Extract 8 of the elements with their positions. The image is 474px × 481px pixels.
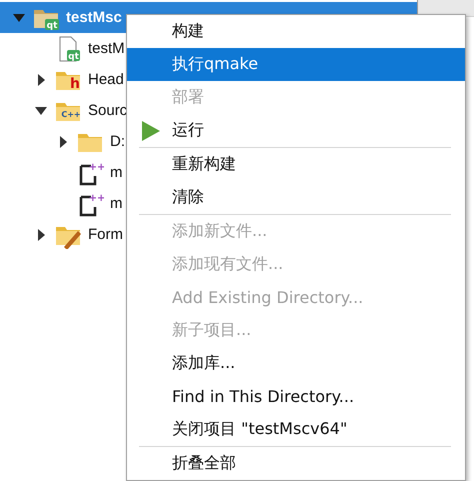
tree-label: Head bbox=[88, 71, 124, 88]
tree-label: Form bbox=[88, 226, 123, 243]
tree-label: D: bbox=[110, 133, 125, 150]
tree-label: Sourc bbox=[88, 102, 128, 119]
tree-label: m bbox=[110, 164, 122, 181]
tree-label: testMsc bbox=[66, 9, 122, 26]
tree-label: testM bbox=[88, 40, 125, 57]
tree-label: m bbox=[110, 195, 122, 212]
